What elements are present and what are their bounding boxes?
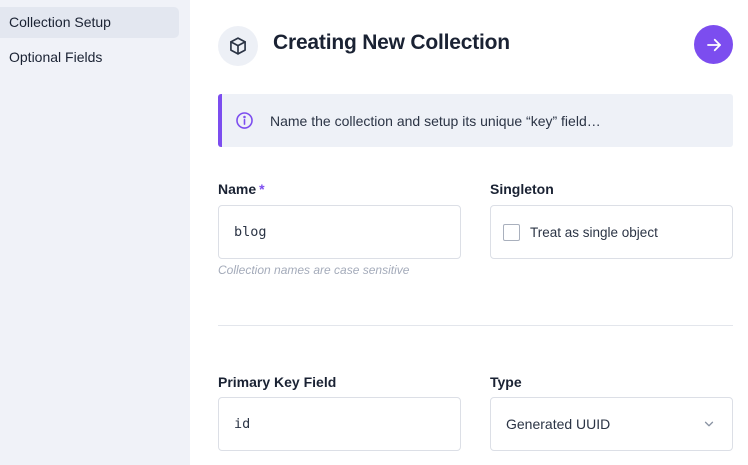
page-title: Creating New Collection — [273, 31, 510, 54]
sidebar-item-optional-fields[interactable]: Optional Fields — [0, 42, 179, 73]
arrow-right-icon — [705, 36, 723, 54]
info-alert: Name the collection and setup its unique… — [218, 94, 733, 147]
app-window: Collection Setup Optional Fields Creatin… — [0, 0, 748, 465]
cube-icon — [218, 26, 258, 66]
name-hint: Collection names are case sensitive — [218, 263, 410, 277]
info-circle-icon — [235, 111, 255, 131]
chevron-down-icon — [702, 417, 716, 431]
singleton-checkbox[interactable] — [503, 223, 520, 241]
next-step-button[interactable] — [694, 25, 733, 64]
primary-key-input[interactable] — [218, 397, 461, 451]
name-label: Name * — [218, 181, 265, 197]
name-label-text: Name — [218, 181, 257, 197]
singleton-label: Singleton — [490, 181, 554, 197]
sidebar-item-collection-setup[interactable]: Collection Setup — [0, 7, 179, 38]
primary-key-label: Primary Key Field — [218, 374, 337, 390]
type-select[interactable]: Generated UUID — [490, 397, 733, 451]
singleton-field: Treat as single object — [490, 205, 733, 259]
type-select-value: Generated UUID — [506, 416, 611, 432]
singleton-checkbox-label[interactable]: Treat as single object — [530, 225, 658, 240]
sidebar: Collection Setup Optional Fields — [0, 0, 190, 465]
main-panel: Creating New Collection Name the collect… — [190, 0, 748, 465]
required-mark: * — [259, 181, 265, 197]
name-input[interactable] — [218, 205, 461, 259]
type-label: Type — [490, 374, 522, 390]
section-divider — [218, 325, 733, 326]
info-text: Name the collection and setup its unique… — [270, 112, 601, 129]
